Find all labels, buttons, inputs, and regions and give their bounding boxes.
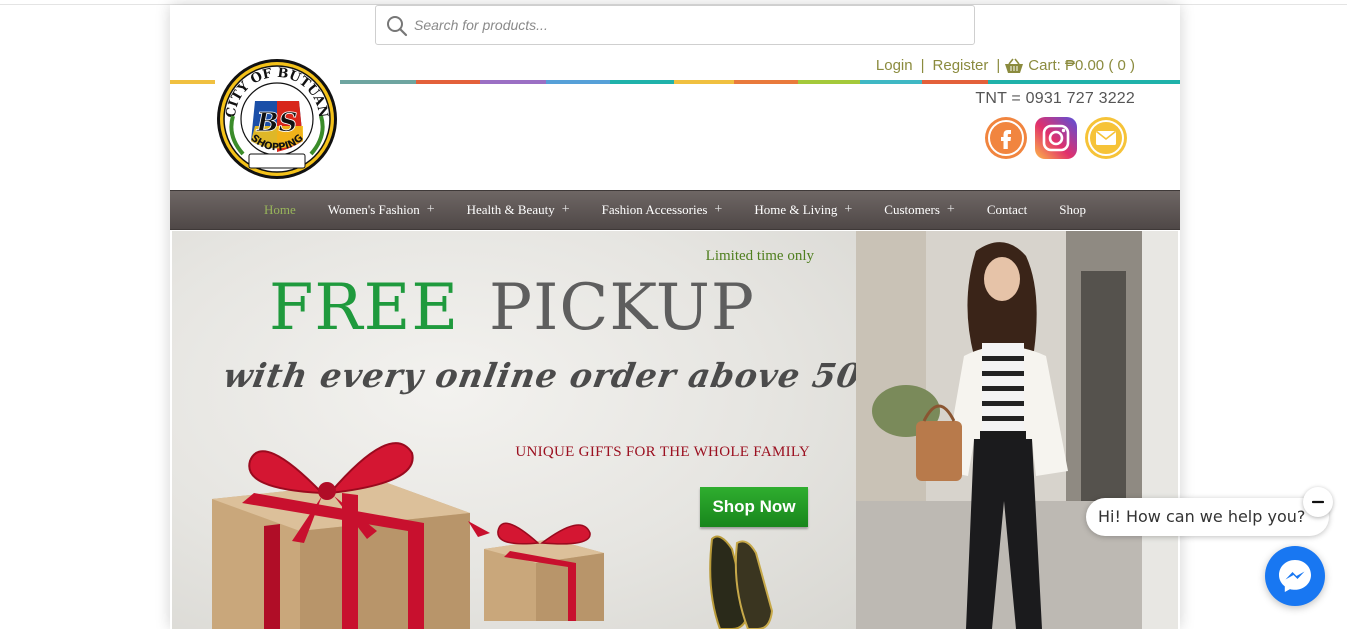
messenger-icon [1279,560,1311,592]
nav-item-womens-fashion[interactable]: Women's Fashion + [328,202,435,218]
register-link[interactable]: Register [933,57,989,74]
color-stripe [480,80,546,84]
product-search-bar[interactable] [375,5,975,45]
svg-text:BS: BS [256,108,298,138]
account-links: Login | Register | Cart: ₱0.00 ( 0 ) [876,57,1135,74]
limited-time-label: Limited time only [705,248,814,264]
minus-icon [1312,500,1324,504]
cart-summary: Cart: ₱0.00 ( 0 ) [1028,57,1135,74]
email-icon [1085,117,1127,159]
separator: | [920,57,925,74]
color-stripe [610,80,674,84]
color-stripe [416,80,480,84]
nav-item-home-living[interactable]: Home & Living + [754,202,852,218]
nav-item-health-beauty[interactable]: Health & Beauty + [467,202,570,218]
search-input[interactable] [414,14,954,36]
instagram-icon [1035,117,1077,159]
color-stripe [170,80,215,84]
email-link[interactable] [1084,116,1128,160]
nav-label: Women's Fashion [327,202,420,217]
facebook-icon [985,117,1027,159]
headline-free: FREE [269,271,460,345]
messenger-chat-button[interactable] [1265,546,1325,606]
color-stripe [674,80,734,84]
page-container: CITY OF BUTUAN BS SHOPPING Login | Regis… [170,5,1180,629]
nav-item-fashion-accessories[interactable]: Fashion Accessories + [602,202,723,218]
chat-greeting-text: Hi! How can we help you? [1098,507,1306,526]
login-link[interactable]: Login [876,57,913,74]
color-stripe [860,80,922,84]
separator: | [996,57,1001,74]
facebook-link[interactable] [984,116,1028,160]
color-stripe [734,80,798,84]
nav-label: Home & Living [754,202,838,217]
color-stripe [922,80,988,84]
banner-subtext: UNIQUE GIFTS FOR THE WHOLE FAMILY [515,444,810,460]
search-icon [387,16,408,37]
expand-icon[interactable]: + [427,202,435,218]
cart-link[interactable]: Cart: ₱0.00 ( 0 ) [1004,57,1135,74]
headline-pickup: PICKUP [489,271,755,345]
woman-fashion-image [856,231,1142,629]
nav-item-contact[interactable]: Contact [987,202,1027,218]
banner-edge [1142,231,1178,629]
banner-tagline: with every online order above 50 [220,356,856,395]
color-stripe [546,80,610,84]
expand-icon[interactable]: + [714,202,722,218]
promo-banner: Limited time only FREE PICKUP with every … [172,231,856,629]
nav-label: Health & Beauty [466,202,555,217]
nav-label: Customers [884,202,940,217]
color-stripe [988,80,1180,84]
nav-label: Contact [986,202,1028,217]
shop-now-button[interactable]: Shop Now [700,487,808,527]
nav-label: Shop [1059,202,1086,217]
nav-label: Home [264,202,296,217]
site-logo[interactable]: CITY OF BUTUAN BS SHOPPING [215,56,340,183]
expand-icon[interactable]: + [562,202,570,218]
expand-icon[interactable]: + [947,202,955,218]
basket-icon [1005,58,1024,73]
nav-item-shop[interactable]: Shop [1059,202,1086,218]
chat-greeting-bubble[interactable]: Hi! How can we help you? [1086,498,1329,536]
nav-label: Fashion Accessories [601,202,708,217]
instagram-link[interactable] [1034,116,1078,160]
chat-minimize-button[interactable] [1303,487,1333,517]
nav-item-customers[interactable]: Customers + [884,202,955,218]
model-photo [856,231,1142,629]
contact-phone: TNT = 0931 727 3222 [975,90,1135,107]
main-navigation: Home Women's Fashion + Health & Beauty + F… [170,190,1180,230]
expand-icon[interactable]: + [844,202,852,218]
banner-headline: FREE PICKUP [269,271,755,345]
color-stripe [798,80,860,84]
social-links [984,116,1128,160]
color-stripe [340,80,416,84]
nav-item-home[interactable]: Home [264,202,296,218]
